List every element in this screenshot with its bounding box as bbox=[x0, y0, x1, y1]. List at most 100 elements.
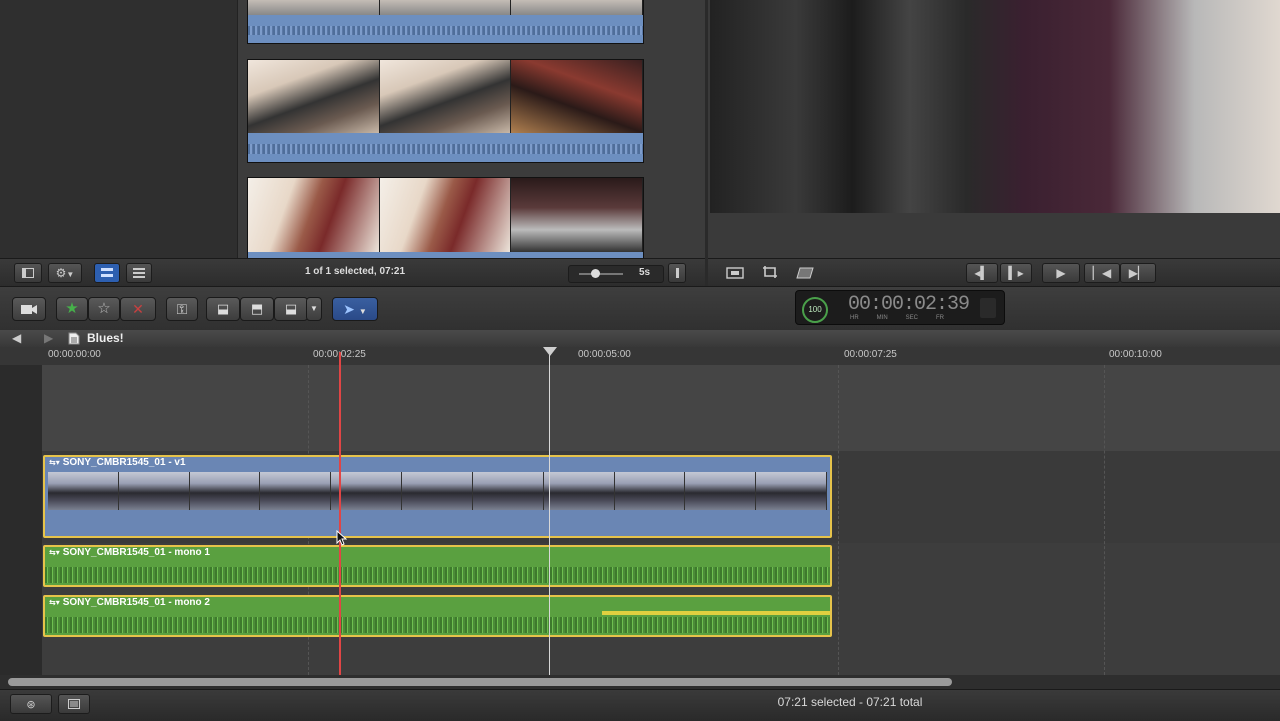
timeline-index-list-button[interactable] bbox=[58, 694, 90, 714]
arrow-right-icon: ▶ bbox=[44, 331, 54, 345]
play-icon: ▶ bbox=[1056, 266, 1066, 280]
timeline-back-arrow[interactable]: ◀ bbox=[12, 331, 21, 345]
clip-audio-waveform bbox=[248, 15, 643, 43]
timeline-audio-clip-mono1[interactable]: ⇆▾ SONY_CMBR1545_01 - mono 1 bbox=[43, 545, 832, 587]
previous-frame-button[interactable]: ◂▍ bbox=[966, 263, 998, 283]
zoom-duration-label: 5s bbox=[639, 267, 651, 278]
zoom-slider-knob[interactable] bbox=[591, 269, 600, 278]
clip-thumbnail bbox=[248, 60, 380, 133]
clip-menu-icon: ⇆▾ bbox=[49, 458, 60, 467]
timecode-readout: 00:00:02:39 bbox=[848, 293, 970, 316]
timecode-units: HR MIN SEC FR bbox=[850, 315, 944, 321]
timeline-scrollbar-thumb[interactable] bbox=[8, 678, 952, 686]
distort-icon[interactable] bbox=[796, 266, 814, 284]
video-audio-waveform bbox=[45, 514, 830, 536]
main-toolbar: ★ ☆ ✕ ⚿ ⬓ ⬒ ⬓ ▼ ➤ ▼ bbox=[0, 286, 1280, 332]
clip-menu-icon: ⇆▾ bbox=[49, 548, 60, 557]
audio-meters[interactable] bbox=[980, 298, 996, 318]
film-reel-icon: ⊛ bbox=[26, 699, 36, 711]
clip-thumbnail bbox=[511, 0, 644, 15]
timeline-header: ◀ ▶ Blues! bbox=[0, 330, 1280, 348]
audio-clip-label-1: SONY_CMBR1545_01 - mono 1 bbox=[62, 547, 210, 558]
timeline-selection-status: 07:21 selected - 07:21 total bbox=[777, 695, 923, 709]
insert-clip-button[interactable]: ⬒ bbox=[240, 297, 274, 321]
audio-waveform bbox=[45, 567, 830, 583]
unrate-button[interactable]: ☆ bbox=[88, 297, 120, 321]
go-to-end-button[interactable]: ▶▏ bbox=[1120, 263, 1156, 283]
ruler-tick-label: 00:00:10:00 bbox=[1109, 349, 1162, 360]
audio-waveform bbox=[45, 617, 830, 633]
timeline-audio-clip-mono2[interactable]: ⇆▾ SONY_CMBR1545_01 - mono 2 bbox=[43, 595, 832, 637]
clip-thumbnail bbox=[379, 178, 512, 252]
ruler-tick-label: 00:00:07:25 bbox=[844, 349, 897, 360]
favorite-button[interactable]: ★ bbox=[56, 297, 88, 321]
playhead-handle[interactable] bbox=[543, 347, 557, 356]
audio-clip-name: ⇆▾ SONY_CMBR1545_01 - mono 2 bbox=[49, 597, 210, 608]
tool-selector-button[interactable]: ➤ ▼ bbox=[332, 297, 378, 321]
timeline-ruler[interactable]: 00:00:00:00 00:00:02:25 00:00:05:00 00:0… bbox=[0, 347, 1280, 366]
browser-clip-3[interactable] bbox=[247, 177, 644, 259]
arrow-pointer-icon: ➤ bbox=[343, 301, 355, 317]
skip-back-icon: ▏◀ bbox=[1092, 266, 1112, 280]
browser-clip-1[interactable] bbox=[247, 0, 644, 44]
show-library-button[interactable] bbox=[14, 263, 42, 283]
clip-thumbnail bbox=[511, 178, 644, 252]
chevron-down-icon: ▼ bbox=[310, 304, 318, 313]
append-clip-button[interactable]: ⬓ bbox=[274, 297, 308, 321]
filmstrip-view-icon bbox=[101, 268, 113, 277]
crop-icon[interactable] bbox=[762, 265, 778, 284]
clip-thumbnail bbox=[379, 0, 512, 15]
clip-thumbnail bbox=[511, 60, 644, 133]
chevron-down-icon: ▼ bbox=[358, 307, 367, 316]
reject-button[interactable]: ✕ bbox=[120, 297, 156, 321]
reject-x-icon: ✕ bbox=[132, 301, 144, 317]
meter-icon bbox=[675, 268, 679, 278]
star-outline-icon: ☆ bbox=[97, 300, 111, 317]
zoom-slider-track[interactable] bbox=[579, 273, 623, 275]
clip-thumbnail bbox=[248, 0, 380, 15]
step-forward-icon: ▍▸ bbox=[1008, 266, 1024, 280]
timecode-unit-sec: SEC bbox=[905, 315, 919, 321]
list-view-button[interactable] bbox=[126, 263, 152, 283]
key-icon: ⚿ bbox=[176, 301, 188, 317]
clip-zoom-control: 5s bbox=[568, 265, 664, 283]
edit-options-dropdown[interactable]: ▼ bbox=[306, 297, 322, 321]
timeline-gridline bbox=[1104, 365, 1105, 675]
keyword-button[interactable]: ⚿ bbox=[166, 297, 198, 321]
next-frame-button[interactable]: ▍▸ bbox=[1000, 263, 1032, 283]
clip-audio-waveform bbox=[248, 133, 643, 162]
browser-toolbar: ⚙▼ 1 of 1 selected, 07:21 5s bbox=[0, 258, 705, 287]
viewer-toolbar: ◂▍ ▍▸ ▶ ▏◀ ▶▏ bbox=[708, 258, 1280, 287]
timeline-forward-arrow[interactable]: ▶ bbox=[44, 331, 53, 345]
filmstrip-view-button[interactable] bbox=[94, 263, 120, 283]
video-clip-label: SONY_CMBR1545_01 - v1 bbox=[62, 457, 186, 468]
chevron-down-icon: ▼ bbox=[66, 270, 75, 279]
timeline-video-clip[interactable]: ⇆▾ SONY_CMBR1545_01 - v1 bbox=[43, 455, 832, 538]
arrow-left-icon: ◀ bbox=[12, 331, 22, 345]
gear-icon: ⚙ bbox=[55, 266, 67, 280]
connect-clip-button[interactable]: ⬓ bbox=[206, 297, 240, 321]
connect-edit-icon: ⬓ bbox=[216, 301, 230, 316]
playhead-line[interactable] bbox=[549, 350, 550, 675]
audio-peak-indicator bbox=[602, 611, 830, 615]
star-icon: ★ bbox=[65, 300, 79, 317]
audio-meter-button[interactable] bbox=[668, 263, 686, 283]
browser-clip-2[interactable] bbox=[247, 59, 644, 163]
background-task-indicator[interactable]: 100 bbox=[802, 297, 828, 323]
clip-thumbnail bbox=[379, 60, 512, 133]
go-to-start-button[interactable]: ▏◀ bbox=[1084, 263, 1120, 283]
import-button[interactable] bbox=[12, 297, 46, 321]
project-title: Blues! bbox=[87, 331, 124, 345]
ruler-tick-label: 00:00:00:00 bbox=[48, 349, 101, 360]
play-button[interactable]: ▶ bbox=[1042, 263, 1080, 283]
event-library-pane bbox=[0, 0, 238, 258]
clip-thumbnail bbox=[248, 178, 380, 252]
timeline-gutter bbox=[0, 365, 42, 675]
list-view-icon bbox=[133, 268, 145, 278]
timeline-index-button[interactable]: ⊛ bbox=[10, 694, 52, 714]
timeline-gridline bbox=[838, 365, 839, 675]
action-menu-button[interactable]: ⚙▼ bbox=[48, 263, 82, 283]
dashboard-timecode: 100 00:00:02:39 HR MIN SEC FR bbox=[795, 290, 1005, 325]
transform-icon[interactable] bbox=[726, 266, 744, 284]
timecode-unit-hr: HR bbox=[850, 315, 859, 321]
